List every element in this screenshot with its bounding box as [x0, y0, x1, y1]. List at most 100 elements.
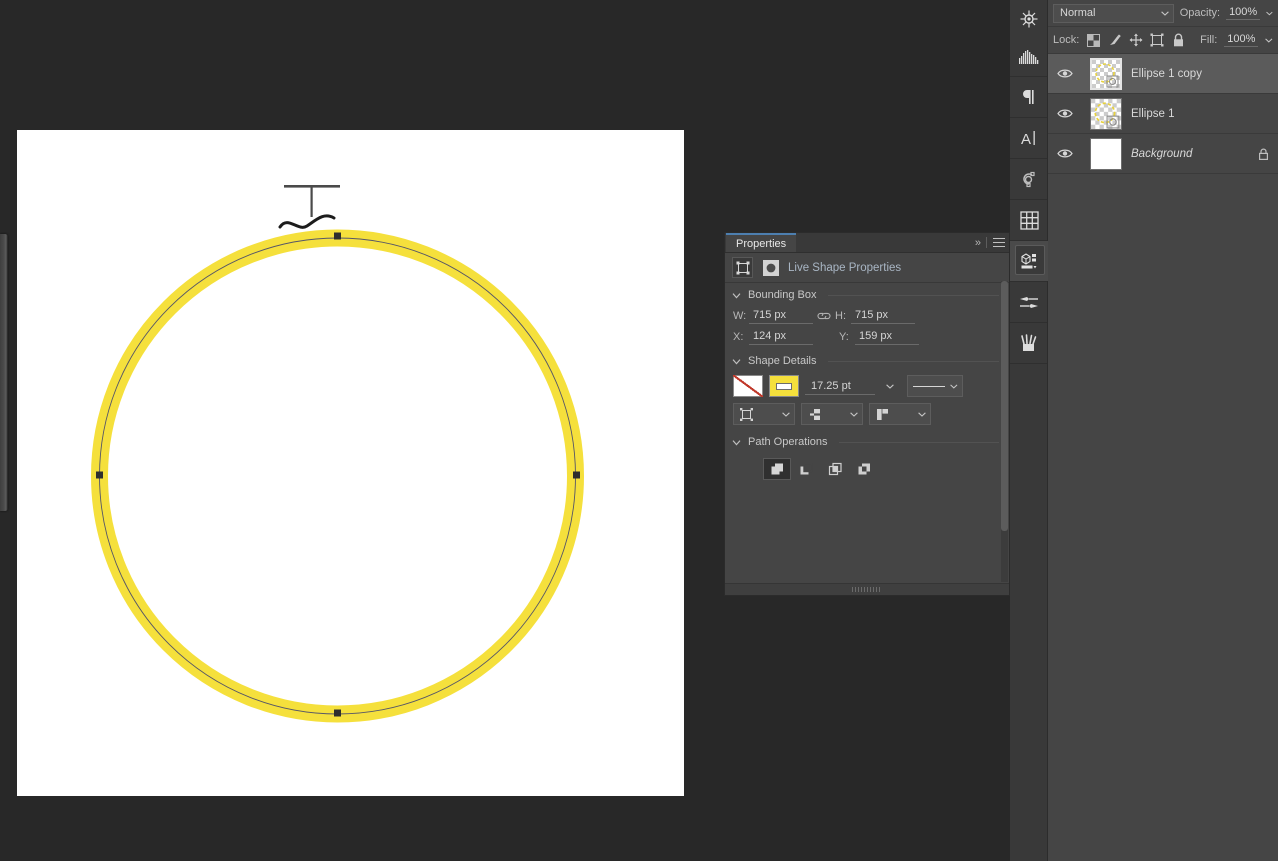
stroke-width-input[interactable] [805, 377, 875, 395]
section-rule [827, 294, 999, 296]
dock-group-brushes [1010, 323, 1047, 364]
bounding-box-row-xy: X: Y: [725, 324, 1009, 345]
opacity-dropdown-icon[interactable] [1266, 11, 1273, 16]
canvas-artwork [91, 229, 584, 723]
width-input[interactable] [749, 308, 813, 324]
layer-visibility-toggle[interactable] [1048, 108, 1081, 119]
fill-swatch[interactable] [733, 375, 763, 397]
panel-menu-icon[interactable] [993, 238, 1005, 247]
stroke-options-row [725, 397, 1009, 425]
stroke-align-dropdown[interactable] [733, 403, 795, 425]
blend-mode-dropdown[interactable]: Normal [1053, 3, 1174, 23]
fill-value[interactable]: 100% [1224, 33, 1259, 47]
collapsed-left-panel-edge[interactable] [0, 234, 8, 511]
layers-empty-area [1048, 178, 1278, 861]
dock-item-paragraph[interactable] [1010, 77, 1048, 117]
y-label: Y: [839, 331, 849, 343]
table-row[interactable]: Ellipse 1 copy [1048, 54, 1278, 94]
collapse-panel-icon[interactable]: » [975, 237, 981, 249]
stroke-caps-dropdown[interactable] [801, 403, 863, 425]
anchor-point-right[interactable] [573, 471, 580, 479]
dock-item-adjustments[interactable] [1010, 0, 1048, 38]
section-bounding-box-label: Bounding Box [748, 289, 817, 301]
stroke-width-dropdown[interactable] [881, 375, 901, 397]
dock-item-paths[interactable] [1010, 159, 1048, 199]
dock-item-patterns[interactable] [1010, 200, 1048, 240]
dock-item-properties[interactable] [1010, 241, 1048, 281]
dock-item-brushes[interactable] [1010, 323, 1048, 363]
paragraph-icon [1023, 90, 1034, 104]
section-bounding-box-header[interactable]: Bounding Box [725, 283, 1009, 303]
opacity-value[interactable]: 100% [1226, 6, 1261, 20]
path-operations-buttons [725, 450, 1009, 480]
width-label: W: [733, 310, 747, 322]
layer-visibility-toggle[interactable] [1048, 68, 1081, 79]
dock-item-histogram[interactable] [1010, 38, 1048, 76]
lock-artboard-nesting-icon[interactable] [1150, 33, 1164, 48]
lock-transparent-pixels-icon[interactable] [1086, 33, 1100, 48]
lock-row: Lock: Fill: 100% [1048, 27, 1278, 54]
combine-shapes-button[interactable] [763, 458, 791, 480]
section-shape-details-label: Shape Details [748, 355, 817, 367]
dock-group-properties [1010, 241, 1048, 282]
lock-image-pixels-icon[interactable] [1107, 33, 1121, 48]
layer-visibility-toggle[interactable] [1048, 148, 1081, 159]
ellipse-shape-icon [760, 257, 781, 278]
properties-panel-resize-grip[interactable] [725, 583, 1009, 595]
dock-item-adjustment-sliders[interactable] [1010, 282, 1048, 322]
solid-line-icon [913, 385, 946, 387]
dock-group-adjustment-sliders [1010, 282, 1047, 323]
section-path-operations-label: Path Operations [748, 436, 828, 448]
x-input[interactable] [749, 329, 813, 345]
patterns-grid-icon [1019, 210, 1039, 230]
dock-item-character[interactable]: A [1010, 118, 1048, 158]
stroke-cap-icon [810, 408, 820, 420]
stroke-swatch[interactable] [769, 375, 799, 397]
photoshop-window: Properties » Live Shape Properties Bound… [0, 0, 1278, 861]
table-row[interactable]: Ellipse 1 [1048, 94, 1278, 134]
panel-icon-dock: A [1010, 0, 1048, 861]
panel-tab-controls: » [975, 233, 1005, 252]
stroke-style-dropdown[interactable] [907, 375, 963, 397]
chevron-down-icon[interactable] [732, 438, 741, 447]
section-shape-details-header[interactable]: Shape Details [725, 345, 1009, 369]
eye-icon [1056, 149, 1073, 158]
height-input[interactable] [851, 308, 915, 324]
intersect-shape-areas-button[interactable] [821, 458, 849, 480]
subtract-front-shape-button[interactable] [792, 458, 820, 480]
blend-mode-row: Normal Opacity: 100% [1048, 0, 1278, 27]
blend-mode-value: Normal [1060, 7, 1096, 19]
fill-label: Fill: [1200, 34, 1218, 46]
ellipse-yellow-stroke [91, 229, 584, 723]
stroke-align-icon [740, 407, 753, 421]
stroke-corner-icon [877, 408, 888, 420]
anchor-point-left[interactable] [96, 471, 103, 479]
image-canvas[interactable] [17, 130, 684, 796]
layer-thumbnail[interactable] [1090, 97, 1122, 130]
exclude-overlapping-shapes-button[interactable] [850, 458, 878, 480]
lock-position-icon[interactable] [1129, 33, 1143, 48]
cursor-ibeam-stem [310, 187, 313, 217]
y-input[interactable] [855, 329, 919, 345]
histogram-icon [1019, 50, 1039, 64]
eye-icon [1056, 109, 1073, 118]
layer-locked-icon[interactable] [1256, 147, 1270, 161]
layer-thumbnail[interactable] [1090, 137, 1122, 170]
layer-thumbnail[interactable] [1090, 57, 1122, 90]
lock-all-icon[interactable] [1171, 33, 1185, 48]
brushes-icon [1021, 334, 1037, 351]
type-on-path-cursor [276, 182, 348, 234]
section-path-operations-header[interactable]: Path Operations [725, 425, 1009, 450]
properties-icon [1021, 253, 1037, 269]
properties-scrollbar[interactable] [1001, 281, 1008, 582]
dock-group-character: A [1010, 118, 1047, 159]
chevron-down-icon[interactable] [732, 291, 741, 300]
chevron-down-icon[interactable] [732, 357, 741, 366]
svg-text:A: A [1021, 131, 1031, 148]
link-chain-icon[interactable] [813, 311, 835, 321]
fill-dropdown-icon[interactable] [1265, 38, 1273, 43]
tab-properties[interactable]: Properties [726, 233, 797, 252]
table-row[interactable]: Background [1048, 134, 1278, 174]
anchor-point-bottom[interactable] [334, 709, 341, 717]
stroke-corners-dropdown[interactable] [869, 403, 931, 425]
